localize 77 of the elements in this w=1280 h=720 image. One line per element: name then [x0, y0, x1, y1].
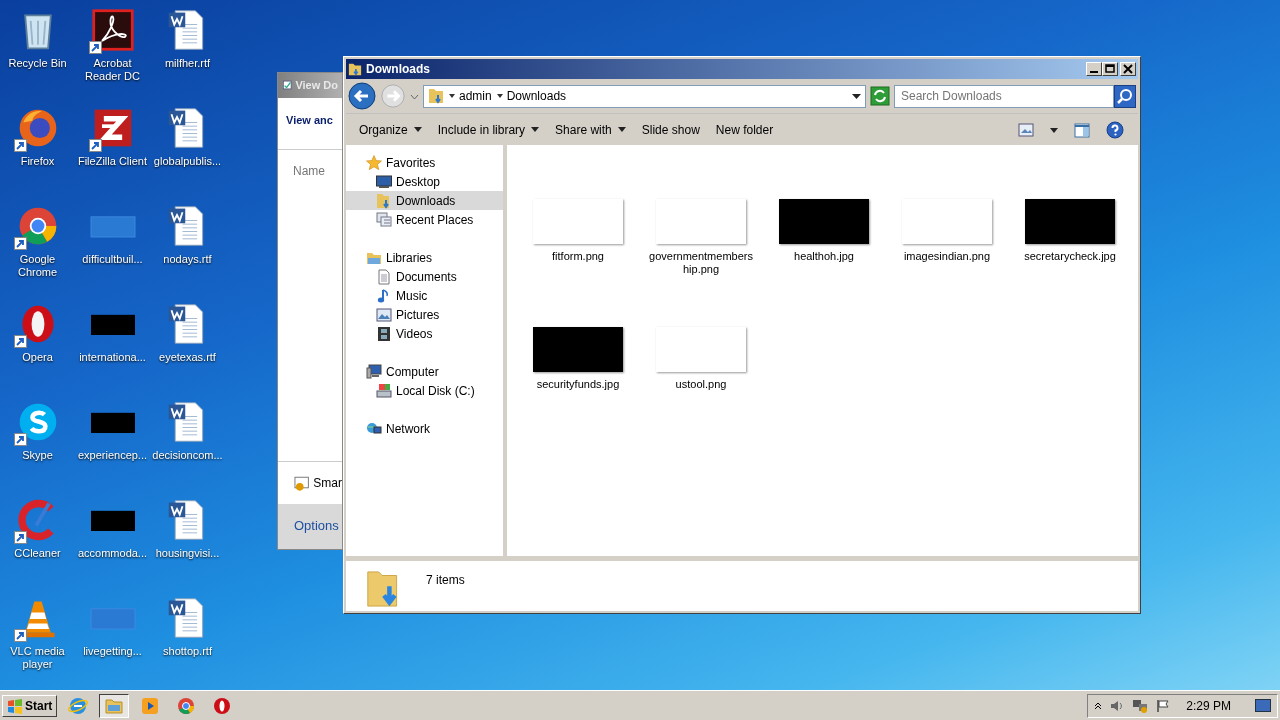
address-bar[interactable]: admin Downloads — [423, 84, 866, 108]
caret-icon — [496, 94, 503, 98]
minimize-icon — [1090, 71, 1098, 73]
acrobat-icon — [90, 8, 135, 52]
nav-item[interactable]: Documents — [346, 267, 503, 286]
nav-item[interactable]: Videos — [346, 324, 503, 343]
folder-icon — [428, 87, 444, 105]
close-icon — [1122, 63, 1134, 75]
window-title: View Do — [278, 73, 342, 98]
nav-item[interactable]: Desktop — [346, 172, 503, 191]
file-item[interactable]: secretarycheck.jpg — [1015, 197, 1125, 265]
disk-drive-icon — [376, 382, 392, 399]
media-player-icon — [140, 695, 161, 716]
maximize-button[interactable] — [1102, 62, 1118, 76]
star-icon — [366, 154, 382, 171]
opera-icon — [212, 695, 233, 716]
refresh-button[interactable] — [870, 86, 890, 106]
minimize-button[interactable] — [1086, 62, 1102, 76]
recent-places-icon — [376, 211, 392, 228]
pictures-icon — [376, 306, 392, 323]
nav-item[interactable]: Music — [346, 286, 503, 305]
file-item[interactable]: ustool.png — [646, 325, 756, 393]
file-item[interactable]: governmentmembership.png — [646, 197, 756, 278]
nav-item[interactable]: Local Disk (C:) — [346, 381, 503, 400]
toolbar-button[interactable]: Share with — [548, 117, 633, 142]
caret-icon — [449, 94, 455, 98]
nav-item[interactable]: Recent Places — [346, 210, 503, 229]
warning-icon — [294, 474, 310, 491]
chevron-up-icon — [1094, 702, 1103, 711]
browser-e-icon — [68, 695, 89, 716]
nav-item[interactable]: Pictures — [346, 305, 503, 324]
folder-icon — [348, 61, 362, 77]
item-count: 7 items — [426, 572, 465, 589]
caret-icon — [410, 93, 419, 100]
film-icon — [376, 325, 392, 342]
window-title: Downloads — [366, 61, 430, 78]
close-button[interactable] — [1120, 62, 1136, 76]
dropdown-caret-icon — [852, 94, 861, 100]
breadcrumb-item[interactable]: admin — [459, 87, 492, 105]
show-desktop-button[interactable] — [1255, 696, 1271, 715]
file-item[interactable]: imagesindian.png — [892, 197, 1002, 265]
nav-item[interactable]: Libraries — [346, 248, 503, 267]
options-link[interactable]: Options — [278, 503, 342, 549]
caret-icon — [1050, 127, 1058, 133]
list-item[interactable]: Smar — [278, 460, 342, 504]
file-item[interactable]: securityfunds.jpg — [523, 325, 633, 393]
maximize-icon — [1104, 63, 1116, 75]
nav-item[interactable]: Downloads — [346, 191, 503, 210]
clock[interactable]: 2:29 PM — [1186, 696, 1231, 715]
preview-pane-button[interactable] — [1074, 120, 1090, 139]
dialog-heading: View anc — [278, 97, 342, 150]
file-item[interactable]: fitform.png — [523, 197, 633, 265]
app-icon — [282, 78, 293, 93]
toolbar-button[interactable]: Slide show — [634, 117, 707, 142]
windows-flag-icon — [7, 697, 23, 714]
file-item[interactable]: healthoh.jpg — [769, 197, 879, 265]
chrome-icon — [176, 695, 197, 716]
toolbar-button[interactable]: Organize — [352, 117, 429, 142]
monitor-icon — [376, 173, 392, 190]
document-icon — [376, 268, 392, 285]
computer-icon — [366, 363, 382, 380]
search-button[interactable] — [1114, 84, 1136, 108]
taskbar-app[interactable] — [99, 693, 130, 718]
nav-item[interactable]: Network — [346, 419, 503, 438]
toolbar-button[interactable]: New folder — [708, 117, 781, 142]
views-button[interactable] — [1018, 120, 1034, 139]
nav-item[interactable]: Computer — [346, 362, 503, 381]
column-header: Name — [292, 162, 326, 180]
nav-item[interactable]: Favorites — [346, 153, 503, 172]
start-button[interactable]: Start — [2, 694, 58, 717]
help-button[interactable] — [1106, 120, 1124, 139]
toolbar-button[interactable]: Include in library — [430, 117, 547, 142]
network-globe-icon — [366, 420, 382, 437]
folder-download-icon — [376, 192, 392, 209]
search-field[interactable]: Search Downloads — [894, 84, 1114, 108]
back-button[interactable] — [348, 82, 376, 110]
breadcrumb-item[interactable]: Downloads — [506, 87, 567, 105]
